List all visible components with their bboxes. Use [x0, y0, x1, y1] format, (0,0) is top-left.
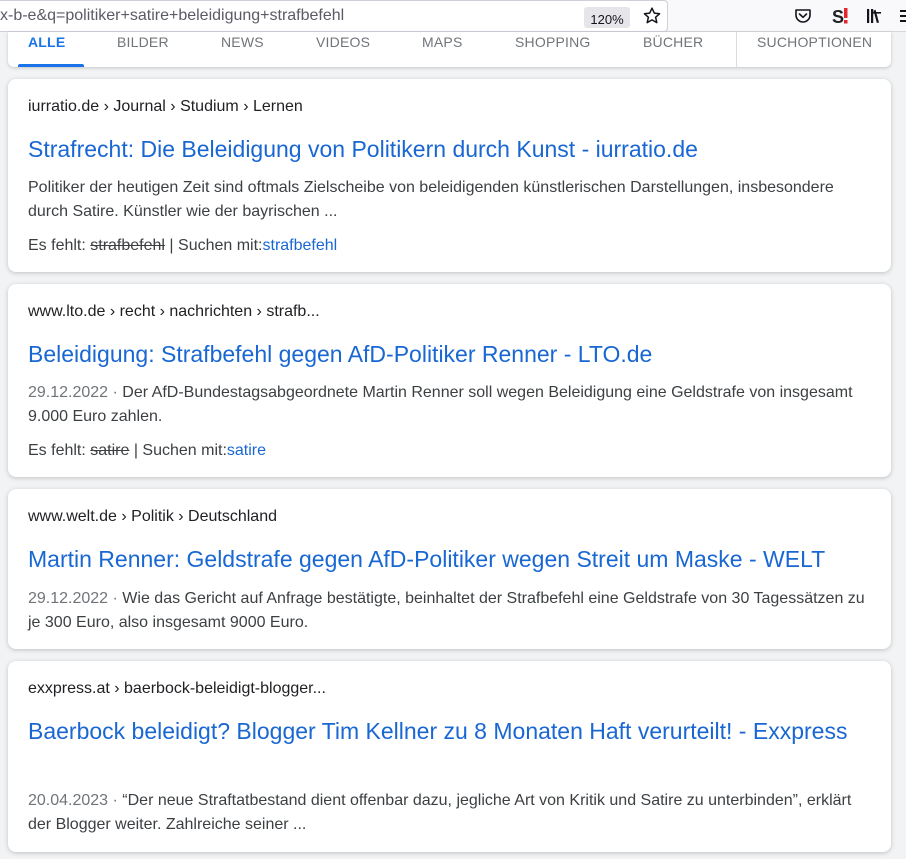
tab-search-options[interactable]: SUCHOPTIONEN [757, 34, 872, 50]
tab-all[interactable]: ALLE [28, 34, 65, 50]
search-with-label: | Suchen mit: [164, 237, 263, 254]
search-result: www.welt.de › Politik › Deutschland Mart… [8, 489, 891, 649]
library-icon[interactable] [864, 6, 884, 26]
tab-maps[interactable]: MAPS [422, 34, 462, 50]
result-title-link[interactable]: Martin Renner: Geldstrafe gegen AfD-Poli… [28, 544, 878, 575]
browser-viewport: x-b-e&q=politiker+satire+beleidigung+str… [0, 0, 906, 859]
result-snippet: 29.12.2022 · Wie das Gericht auf Anfrage… [28, 587, 878, 635]
result-snippet: Politiker der heutigen Zeit sind oftmals… [28, 176, 878, 224]
tab-videos[interactable]: VIDEOS [316, 34, 370, 50]
result-snippet: 29.12.2022 · Der AfD-Bundestagsabgeordne… [28, 381, 878, 429]
result-breadcrumb[interactable]: www.welt.de › Politik › Deutschland [28, 508, 277, 526]
browser-toolbar: x-b-e&q=politiker+satire+beleidigung+str… [0, 0, 906, 32]
result-title-link[interactable]: Baerbock beleidigt? Blogger Tim Kellner … [28, 716, 878, 747]
missing-term: satire [90, 442, 130, 459]
address-bar[interactable]: x-b-e&q=politiker+satire+beleidigung+str… [0, 0, 668, 32]
result-breadcrumb[interactable]: iurratio.de › Journal › Studium › Lernen [28, 98, 303, 116]
tab-books[interactable]: BÜCHER [643, 34, 703, 50]
result-snippet: 20.04.2023 · “Der neue Straftatbestand d… [28, 789, 878, 837]
tabs-divider [736, 32, 737, 67]
search-with-link[interactable]: satire [227, 442, 266, 459]
search-tabs: ALLE BILDER NEWS VIDEOS MAPS SHOPPING BÜ… [8, 32, 891, 67]
result-snippet-text: Politiker der heutigen Zeit sind oftmals… [28, 179, 834, 220]
star-icon[interactable] [642, 6, 662, 26]
result-date: 29.12.2022 · [28, 384, 123, 401]
search-result: www.lto.de › recht › nachrichten › straf… [8, 284, 891, 477]
tab-shopping[interactable]: SHOPPING [515, 34, 591, 50]
pocket-icon[interactable] [793, 6, 813, 26]
search-result: iurratio.de › Journal › Studium › Lernen… [8, 79, 891, 272]
result-snippet-text: Der AfD-Bundestagsabgeordnete Martin Ren… [28, 384, 853, 425]
result-title-link[interactable]: Strafrecht: Die Beleidigung von Politike… [28, 134, 878, 165]
result-breadcrumb[interactable]: exxpress.at › baerbock-beleidigt-blogger… [28, 680, 326, 698]
tab-images[interactable]: BILDER [117, 34, 169, 50]
search-with-link[interactable]: strafbefehl [263, 237, 338, 254]
result-breadcrumb[interactable]: www.lto.de › recht › nachrichten › straf… [28, 303, 320, 321]
result-title-link[interactable]: Beleidigung: Strafbefehl gegen AfD-Polit… [28, 339, 878, 370]
missing-label: Es fehlt: [28, 442, 91, 459]
search-result: exxpress.at › baerbock-beleidigt-blogger… [8, 661, 891, 852]
svg-text:S: S [832, 7, 844, 26]
address-bar-url[interactable]: x-b-e&q=politiker+satire+beleidigung+str… [0, 7, 344, 25]
search-with-label: | Suchen mit: [129, 442, 227, 459]
tab-news[interactable]: NEWS [221, 34, 264, 50]
missing-term: strafbefehl [90, 237, 165, 254]
result-snippet-text: Wie das Gericht auf Anfrage bestätigte, … [28, 590, 865, 631]
missing-terms: Es fehlt: satire | Suchen mit:satire [28, 442, 266, 460]
result-date: 29.12.2022 · [28, 590, 123, 607]
active-tab-indicator [18, 64, 84, 67]
result-snippet-text: “Der neue Straftatbestand dient offenbar… [28, 792, 852, 833]
zoom-indicator[interactable]: 120% [584, 7, 630, 28]
result-date: 20.04.2023 · [28, 792, 123, 809]
s-extension-icon[interactable]: S [831, 6, 851, 26]
overflow-icon[interactable] [894, 6, 906, 26]
missing-label: Es fehlt: [28, 237, 91, 254]
missing-terms: Es fehlt: strafbefehl | Suchen mit:straf… [28, 237, 337, 255]
